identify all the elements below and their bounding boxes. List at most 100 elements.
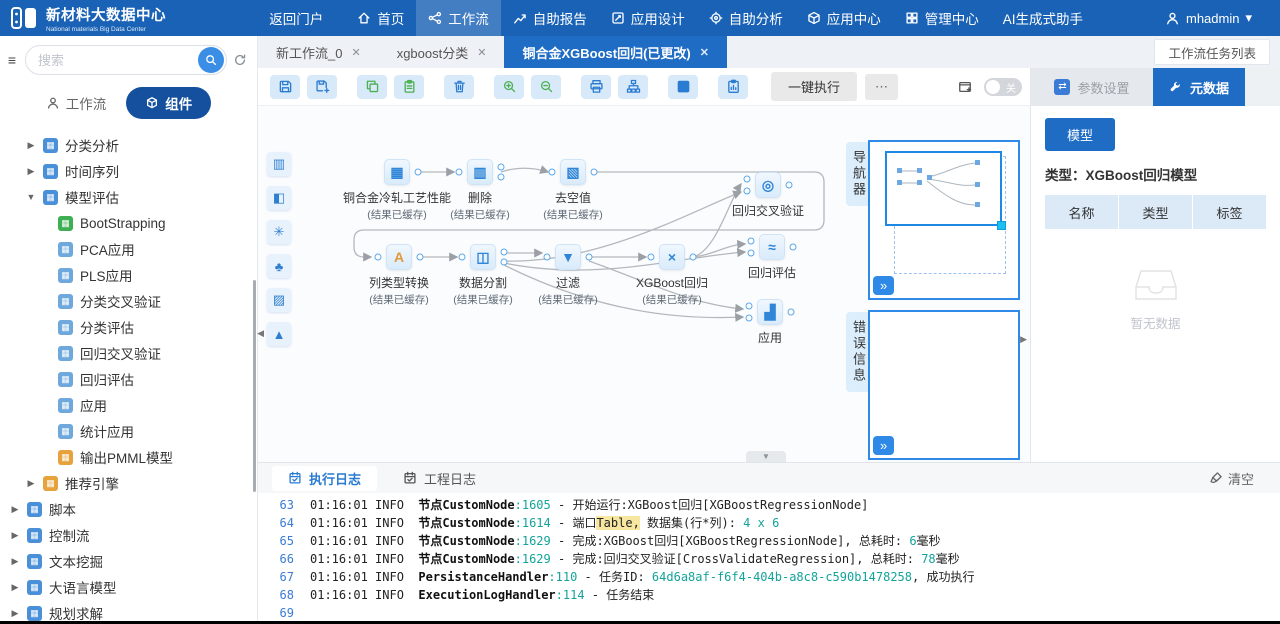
print-button[interactable]	[581, 75, 611, 99]
navigator-expand-button[interactable]: »	[873, 276, 894, 295]
paste-button[interactable]	[394, 75, 424, 99]
nav-item-7[interactable]: AI生成式助手	[991, 0, 1095, 36]
close-tab-icon[interactable]: ✕	[700, 46, 709, 59]
palette-item-5-icon[interactable]: ▲	[267, 322, 291, 346]
node-port[interactable]	[549, 169, 556, 176]
toggle-switch[interactable]: 关	[984, 78, 1022, 96]
tree-item[interactable]: ▶▦控制流	[0, 522, 257, 548]
trash-button[interactable]	[444, 75, 474, 99]
workflow-tab-2[interactable]: 铜合金XGBoost回归(已更改)✕	[504, 36, 727, 68]
layout-button[interactable]	[618, 75, 648, 99]
workflow-node-2[interactable]: ▧去空值(结果已缓存)	[515, 159, 631, 222]
tree-expander-icon[interactable]: ▶	[26, 478, 36, 489]
tree-expander-icon[interactable]: ▶	[10, 530, 20, 541]
node-port[interactable]	[456, 169, 463, 176]
tab-metadata[interactable]: 元数据	[1153, 68, 1245, 106]
palette-item-0-icon[interactable]: ▥	[267, 152, 291, 176]
nav-item-1[interactable]: 工作流	[416, 0, 501, 36]
sidebar-tab-components[interactable]: 组件	[126, 87, 211, 119]
tree-item[interactable]: ▶▦大语言模型	[0, 574, 257, 600]
node-port[interactable]	[586, 254, 593, 261]
node-port[interactable]	[690, 254, 697, 261]
sidebar-tab-workflow[interactable]: 工作流	[46, 93, 107, 113]
copy-button[interactable]	[357, 75, 387, 99]
tree-expander-icon[interactable]: ▶	[10, 556, 20, 567]
nav-item-3[interactable]: 应用设计	[599, 0, 697, 36]
tree-item[interactable]: ▦统计应用	[0, 418, 257, 444]
tree-item[interactable]: ▶▦时间序列	[0, 158, 257, 184]
nav-item-0[interactable]: 首页	[345, 0, 416, 36]
tree-expander-icon[interactable]: ▶	[10, 608, 20, 619]
node-port[interactable]	[746, 303, 753, 310]
zoom-out-button[interactable]	[531, 75, 561, 99]
workflow-node-5[interactable]: ▼过滤(结果已缓存)	[510, 244, 626, 307]
nav-item-6[interactable]: 管理中心	[893, 0, 991, 36]
node-port[interactable]	[648, 254, 655, 261]
tree-item[interactable]: ▦回归交叉验证	[0, 340, 257, 366]
workflow-node-9[interactable]: ▟应用	[712, 299, 828, 346]
node-port[interactable]	[788, 309, 795, 316]
node-port[interactable]	[459, 254, 466, 261]
workflow-tab-1[interactable]: xgboost分类✕	[379, 36, 505, 68]
tree-item[interactable]: ▦PCA应用	[0, 236, 257, 262]
more-actions-button[interactable]: ⋯	[865, 74, 898, 100]
tree-expander-icon[interactable]: ▼	[26, 192, 36, 202]
tab-parameter-settings[interactable]: ⇄ 参数设置	[1031, 68, 1153, 106]
node-port[interactable]	[786, 182, 793, 189]
tree-item[interactable]: ▦回归评估	[0, 366, 257, 392]
tree-item[interactable]: ▦分类评估	[0, 314, 257, 340]
back-to-portal-link[interactable]: 返回门户	[269, 8, 323, 28]
tree-item[interactable]: ▼▦模型评估	[0, 184, 257, 210]
tree-expander-icon[interactable]: ▶	[10, 582, 20, 593]
node-port[interactable]	[544, 254, 551, 261]
nav-item-2[interactable]: 自助报告	[501, 0, 599, 36]
sidebar-collapse-arrow[interactable]: ◀	[257, 328, 264, 339]
tree-item[interactable]: ▦PLS应用	[0, 262, 257, 288]
node-port[interactable]	[498, 164, 505, 171]
node-port[interactable]	[591, 169, 598, 176]
tab-execution-log[interactable]: 执行日志	[272, 466, 377, 491]
node-port[interactable]	[744, 176, 751, 183]
sidebar-scrollbar[interactable]	[253, 280, 256, 492]
node-port[interactable]	[375, 254, 382, 261]
model-tab-button[interactable]: 模型	[1045, 118, 1115, 151]
error-expand-button[interactable]: »	[873, 436, 894, 455]
node-port[interactable]	[746, 315, 753, 322]
clear-log-button[interactable]: 清空	[1209, 469, 1254, 488]
tree-item[interactable]: ▦应用	[0, 392, 257, 418]
run-all-button[interactable]: 一键执行	[771, 72, 857, 101]
palette-item-2-icon[interactable]: ✳	[267, 220, 291, 244]
workflow-task-list-button[interactable]: 工作流任务列表	[1154, 39, 1270, 65]
tab-project-log[interactable]: 工程日志	[387, 466, 492, 491]
workflow-node-6[interactable]: ×XGBoost回归(结果已缓存)	[614, 244, 730, 307]
palette-item-3-icon[interactable]: ♣	[267, 254, 291, 278]
nav-item-5[interactable]: 应用中心	[795, 0, 893, 36]
tree-item[interactable]: ▶▦脚本	[0, 496, 257, 522]
close-tab-icon[interactable]: ✕	[477, 46, 486, 59]
new-window-icon[interactable]	[958, 80, 972, 94]
node-port[interactable]	[415, 169, 422, 176]
nav-item-4[interactable]: 自助分析	[697, 0, 795, 36]
tree-item[interactable]: ▦分类交叉验证	[0, 288, 257, 314]
hamburger-icon[interactable]: ≡	[5, 52, 19, 68]
zoom-in-button[interactable]	[494, 75, 524, 99]
tree-item[interactable]: ▦输出PMML模型	[0, 444, 257, 470]
user-menu[interactable]: mhadmin ▾	[1165, 10, 1252, 26]
save-plus-button[interactable]	[307, 75, 337, 99]
right-panel-collapse-arrow[interactable]: ▶	[1020, 334, 1027, 345]
workflow-tab-0[interactable]: 新工作流_0✕	[258, 36, 379, 68]
workflow-canvas[interactable]: ▥◧✳♣▨▲ 导航器	[258, 106, 1030, 462]
tree-item[interactable]: ▶▦推荐引擎	[0, 470, 257, 496]
log-collapse-handle[interactable]: ▼	[746, 451, 786, 462]
close-tab-icon[interactable]: ✕	[351, 46, 360, 59]
tree-expander-icon[interactable]: ▶	[10, 504, 20, 515]
node-port[interactable]	[748, 238, 755, 245]
tree-item[interactable]: ▦BootStrapping	[0, 210, 257, 236]
node-port[interactable]	[501, 259, 508, 266]
palette-item-1-icon[interactable]: ◧	[267, 186, 291, 210]
node-port[interactable]	[501, 249, 508, 256]
node-port[interactable]	[748, 250, 755, 257]
minimap-resize-handle[interactable]	[997, 221, 1006, 230]
save-button[interactable]	[270, 75, 300, 99]
node-port[interactable]	[790, 244, 797, 251]
